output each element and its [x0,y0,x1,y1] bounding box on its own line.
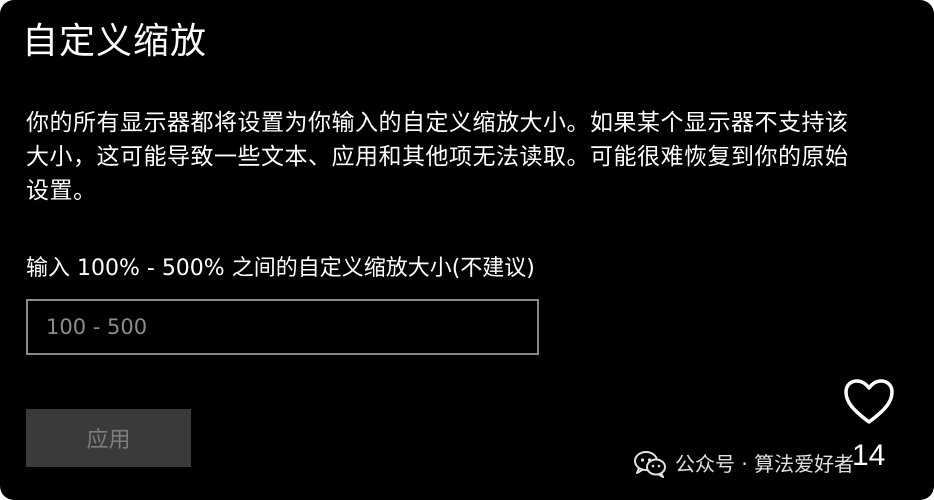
description-text: 你的所有显示器都将设置为你输入的自定义缩放大小。如果某个显示器不支持该大小，这可… [26,110,849,204]
watermark: 公众号 · 算法爱好者 [633,446,854,482]
custom-scale-input[interactable] [26,299,539,355]
custom-scaling-panel: 自定义缩放 你的所有显示器都将设置为你输入的自定义缩放大小。如果某个显示器不支持… [0,0,934,500]
scale-input-label: 输入 100% - 500% 之间的自定义缩放大小(不建议) [26,256,535,281]
heart-outline-icon[interactable] [843,378,895,426]
watermark-text: 公众号 · 算法爱好者 [675,452,855,476]
page-title: 自定义缩放 [22,21,208,62]
like-count: 14 [852,439,886,472]
wechat-icon [634,451,666,478]
apply-button[interactable]: 应用 [26,409,191,467]
